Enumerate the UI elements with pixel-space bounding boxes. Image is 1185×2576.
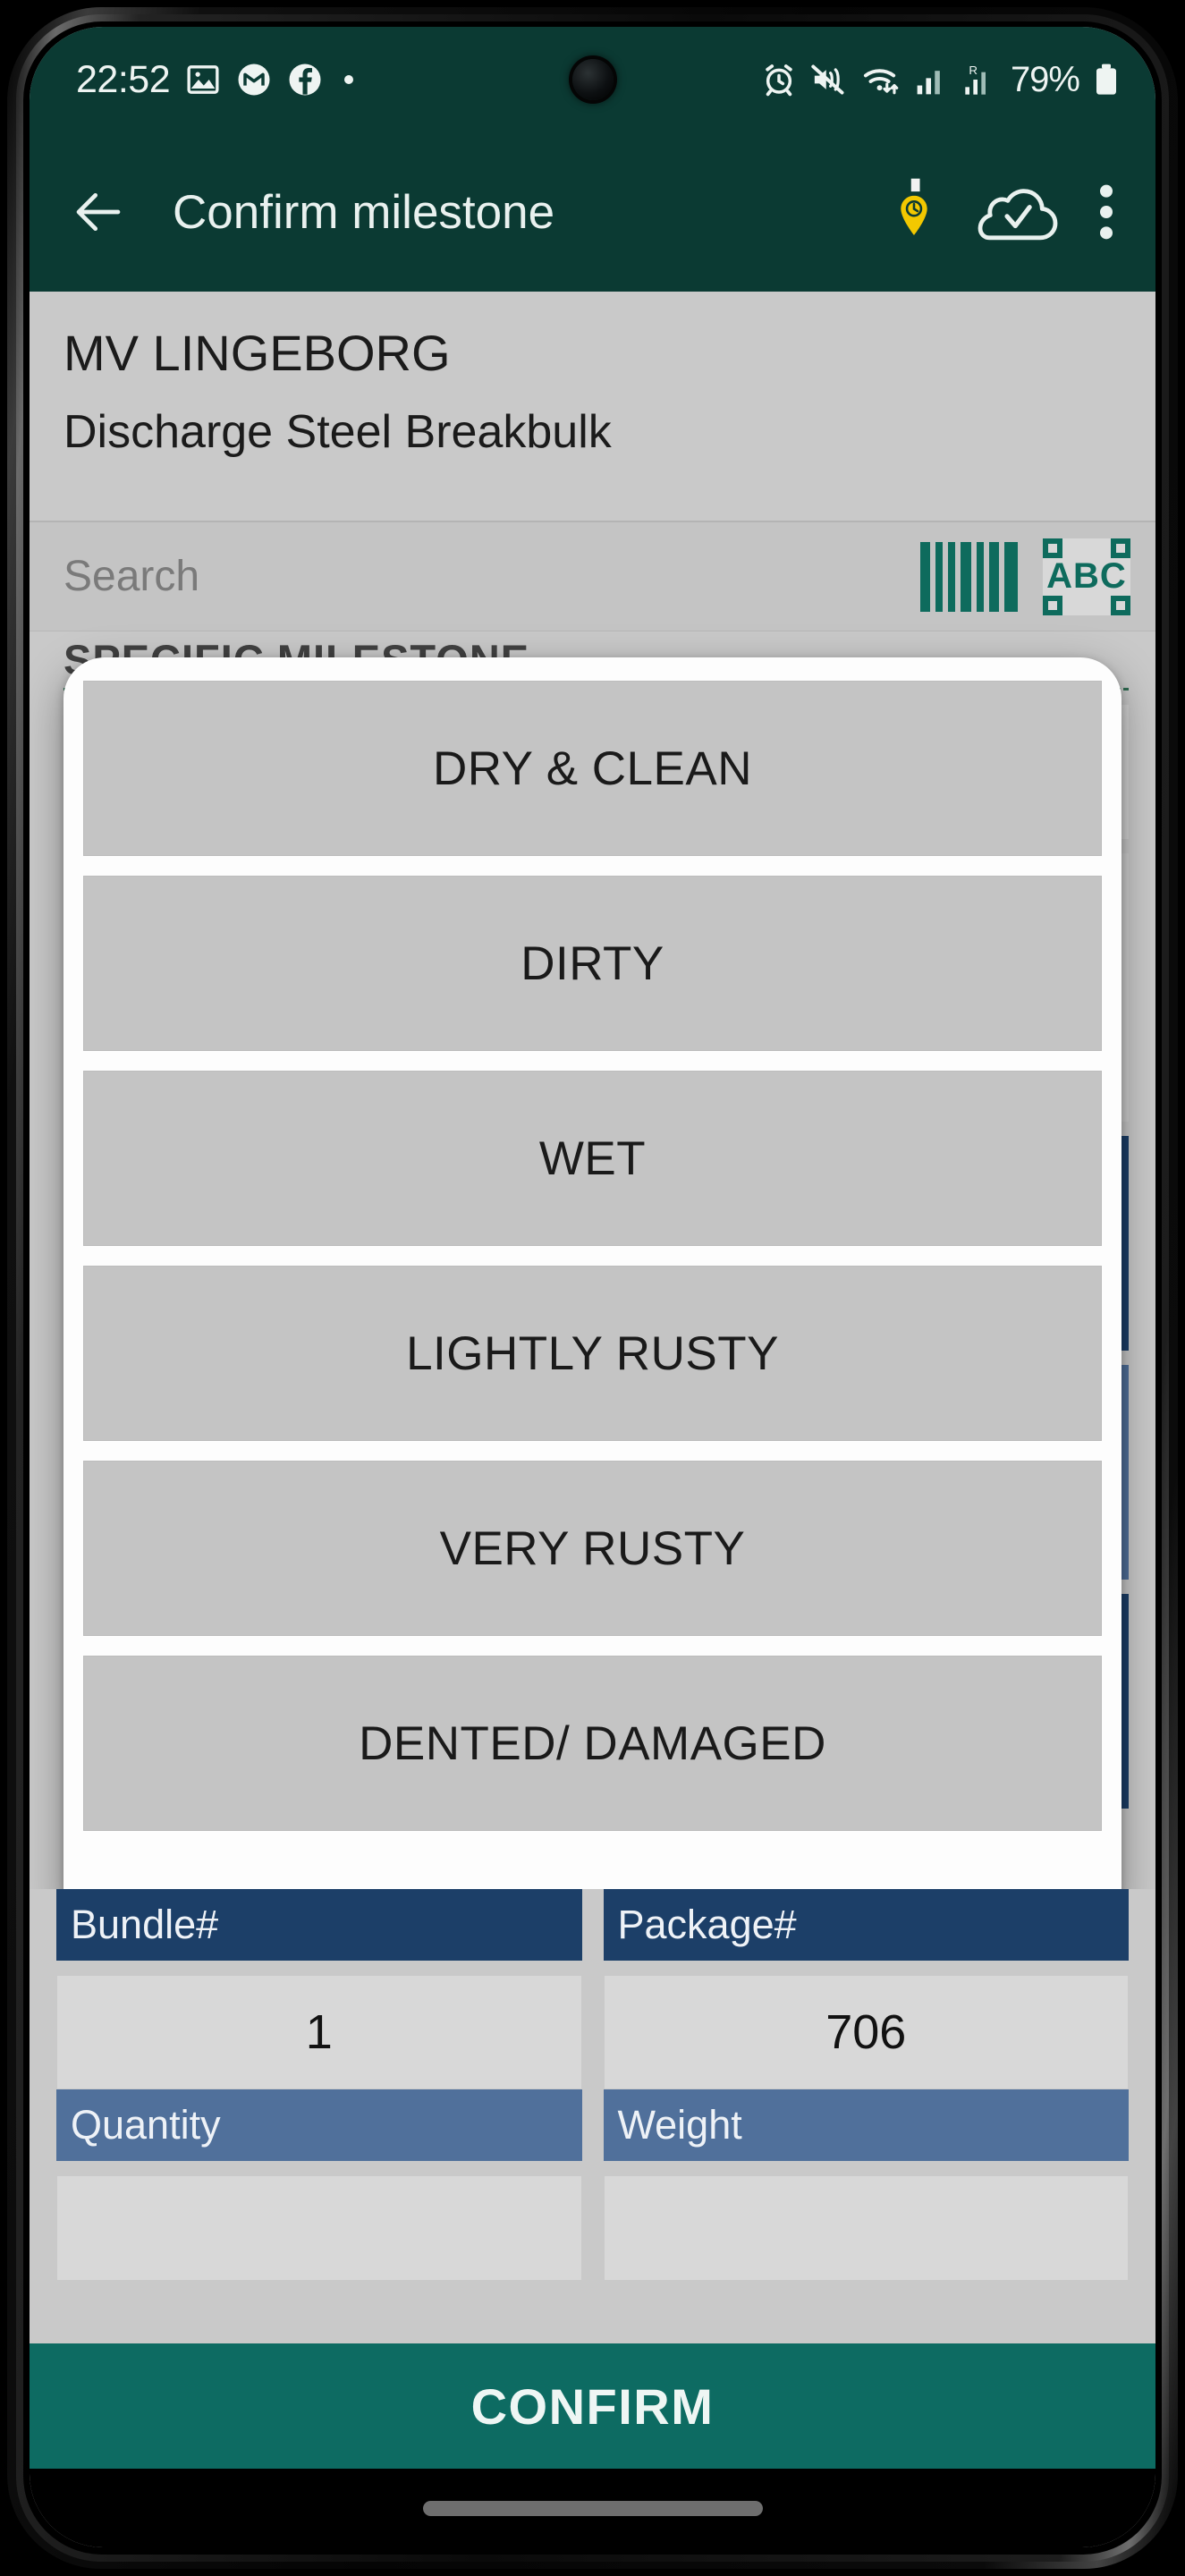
search-input[interactable]: Search [63, 552, 920, 601]
dot-icon [338, 69, 360, 90]
phone-screen: 22:52 R 79% Confirm milestone MV LINGEBO… [30, 27, 1155, 2547]
dialog-option-very-rusty[interactable]: VERY RUSTY [83, 1461, 1102, 1636]
field-label-package: Package# [603, 1889, 1129, 1961]
gmail-icon [236, 62, 272, 97]
abc-ocr-label: ABC [1046, 556, 1127, 596]
field-value-quantity[interactable] [56, 2175, 582, 2281]
alarm-icon [761, 62, 797, 97]
status-bar-right: R 79% [761, 60, 1120, 100]
wifi-icon [861, 62, 902, 97]
battery-icon [1093, 62, 1120, 97]
operation-name: Discharge Steel Breakbulk [63, 406, 612, 458]
form-grid: Bundle# Package# 1 Quantity 706 Weight [30, 1889, 1155, 2343]
mute-vibrate-icon [810, 62, 848, 97]
android-nav-bar [30, 2469, 1155, 2547]
cloud-check-icon[interactable] [977, 180, 1059, 244]
field-label-weight: Weight [603, 2089, 1129, 2161]
field-value-weight[interactable] [603, 2175, 1129, 2281]
field-value-cell-quantity [56, 2175, 582, 2281]
facebook-icon [287, 62, 323, 97]
condition-select-dialog: DRY & CLEAN DIRTY WET LIGHTLY RUSTY VERY… [63, 657, 1122, 1929]
field-value-cell-package: 706 Weight [603, 1975, 1129, 2161]
front-camera [571, 59, 614, 100]
photos-icon [185, 62, 221, 97]
search-row[interactable]: Search ABC [30, 522, 1155, 631]
app-bar-actions [889, 178, 1116, 246]
svg-text:R: R [969, 64, 978, 77]
field-value-cell-weight [603, 2175, 1129, 2281]
app-bar-title: Confirm milestone [173, 185, 555, 239]
pin-clock-icon[interactable] [889, 178, 939, 246]
vessel-name: MV LINGEBORG [63, 325, 451, 381]
phone-device: 22:52 R 79% Confirm milestone MV LINGEBO… [0, 0, 1185, 2576]
overflow-menu-icon[interactable] [1096, 181, 1116, 243]
back-arrow-icon[interactable] [69, 182, 128, 242]
form-row-values-1: 1 Quantity 706 Weight [56, 1975, 1129, 2161]
form-row-values-2 [56, 2175, 1129, 2281]
field-value-package[interactable]: 706 [603, 1975, 1129, 2089]
app-bar: Confirm milestone [30, 132, 1155, 292]
status-clock: 22:52 [76, 57, 171, 101]
confirm-button[interactable]: CONFIRM [30, 2343, 1155, 2469]
field-label-quantity: Quantity [56, 2089, 582, 2161]
signal-icon [916, 62, 948, 97]
field-value-bundle[interactable]: 1 [56, 1975, 582, 2089]
barcode-scan-icon[interactable] [920, 541, 1018, 612]
dialog-option-wet[interactable]: WET [83, 1071, 1102, 1246]
field-bundle: Bundle# [56, 1889, 582, 1961]
dialog-option-dirty[interactable]: DIRTY [83, 876, 1102, 1051]
abc-ocr-icon[interactable]: ABC [1043, 538, 1130, 615]
home-gesture-pill[interactable] [422, 2500, 763, 2516]
field-package: Package# [603, 1889, 1129, 1961]
dialog-option-dry-clean[interactable]: DRY & CLEAN [83, 681, 1102, 856]
dialog-option-dented-damaged[interactable]: DENTED/ DAMAGED [83, 1656, 1102, 1831]
scan-icon-group: ABC [920, 538, 1130, 615]
field-value-cell-bundle: 1 Quantity [56, 1975, 582, 2161]
field-label-bundle: Bundle# [56, 1889, 582, 1961]
dialog-option-lightly-rusty[interactable]: LIGHTLY RUSTY [83, 1266, 1102, 1441]
vessel-header: MV LINGEBORG Discharge Steel Breakbulk [30, 292, 1155, 522]
roaming-signal-icon: R [961, 62, 997, 97]
status-bar-left: 22:52 [76, 58, 761, 102]
battery-percent-label: 79% [1010, 59, 1080, 99]
form-row-headers-1: Bundle# Package# [56, 1889, 1129, 1961]
